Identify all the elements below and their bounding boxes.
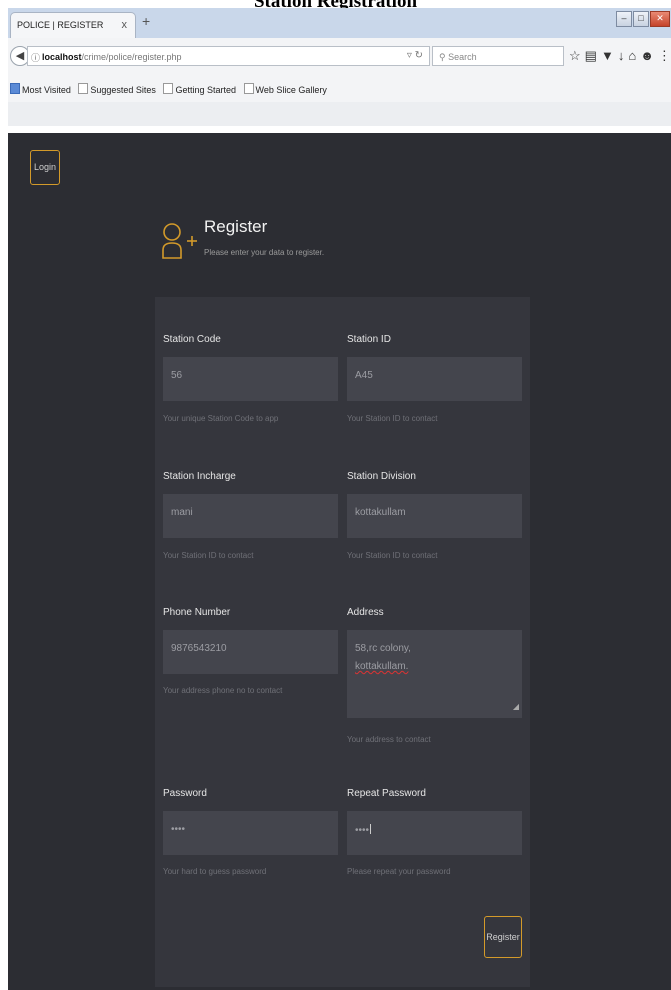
new-tab-button[interactable]: +: [142, 13, 150, 29]
repeat-password-input[interactable]: ••••: [347, 811, 522, 855]
password-help: Your hard to guess password: [163, 867, 267, 876]
text-cursor: [370, 824, 372, 834]
address-line-1: 58,rc colony,: [355, 643, 411, 654]
page-content: Login Register Please enter your data to…: [8, 133, 671, 990]
address-help: Your address to contact: [347, 735, 431, 744]
station-code-label: Station Code: [163, 334, 221, 345]
page-subtitle: Please enter your data to register.: [204, 248, 325, 257]
bookmark-page-icon: [78, 83, 89, 94]
station-id-label: Station ID: [347, 334, 391, 345]
menu-icon[interactable]: ⋮: [658, 48, 671, 63]
bookmark-star-icon[interactable]: ☆: [569, 48, 585, 63]
station-code-help: Your unique Station Code to app: [163, 414, 279, 423]
url-host: localhost: [42, 52, 82, 62]
search-placeholder: Search: [448, 52, 477, 62]
reading-list-icon[interactable]: ▤: [585, 48, 601, 63]
register-button[interactable]: Register: [484, 916, 522, 958]
bookmark-most-visited[interactable]: Most Visited: [10, 83, 71, 95]
phone-number-input[interactable]: 9876543210: [163, 630, 338, 674]
password-input[interactable]: ••••: [163, 811, 338, 855]
address-textarea[interactable]: 58,rc colony, kottakullam. ◢: [347, 630, 522, 718]
bookmark-folder-icon: [10, 83, 20, 94]
search-input[interactable]: ⚲ Search: [432, 46, 564, 66]
station-id-input[interactable]: A45: [347, 357, 522, 401]
address-line-2: kottakullam.: [355, 661, 409, 672]
register-form: Station Code 56 Your unique Station Code…: [155, 297, 530, 987]
url-path: /crime/police/register.php: [81, 52, 182, 62]
reload-icon[interactable]: ▿ ↻: [407, 50, 423, 61]
bookmarks-bar: Most Visited Suggested Sites Getting Sta…: [8, 76, 671, 102]
phone-number-label: Phone Number: [163, 607, 231, 618]
address-bar[interactable]: ⓘ localhost/crime/police/register.php ▿ …: [27, 46, 430, 66]
window-close-icon[interactable]: ✕: [650, 11, 670, 27]
resize-handle-icon[interactable]: ◢: [513, 698, 519, 716]
repeat-password-value: ••••: [355, 825, 370, 836]
sync-icon[interactable]: ☻: [640, 48, 658, 63]
browser-chrome: POLICE | REGISTER x + – □ ✕ ◀ ⓘ localhost/…: [8, 8, 671, 126]
station-incharge-label: Station Incharge: [163, 471, 236, 482]
password-label: Password: [163, 788, 207, 799]
search-icon: ⚲: [439, 52, 446, 62]
user-add-icon: [162, 223, 197, 259]
address-label: Address: [347, 607, 384, 618]
repeat-password-help: Please repeat your password: [347, 867, 451, 876]
station-division-input[interactable]: kottakullam: [347, 494, 522, 538]
site-info-icon[interactable]: ⓘ: [31, 51, 40, 64]
station-code-input[interactable]: 56: [163, 357, 338, 401]
station-division-help: Your Station ID to contact: [347, 551, 438, 560]
toolbar-icons: ☆▤▼↓⌂☻⋮: [569, 48, 671, 64]
repeat-password-label: Repeat Password: [347, 788, 426, 799]
bookmark-page-icon: [163, 83, 174, 94]
browser-tab[interactable]: POLICE | REGISTER x: [10, 12, 136, 38]
home-icon[interactable]: ⌂: [628, 48, 640, 63]
tab-close-icon[interactable]: x: [122, 19, 128, 31]
tab-bar: POLICE | REGISTER x + – □ ✕: [8, 8, 671, 38]
station-division-label: Station Division: [347, 471, 416, 482]
bookmark-web-slice-gallery[interactable]: Web Slice Gallery: [243, 83, 327, 95]
maximize-icon[interactable]: □: [633, 11, 649, 27]
navigation-bar: ◀ ⓘ localhost/crime/police/register.php …: [8, 38, 671, 76]
download-icon[interactable]: ↓: [618, 48, 629, 63]
tab-title: POLICE | REGISTER: [17, 20, 104, 30]
phone-number-help: Your address phone no to contact: [163, 686, 283, 695]
bookmark-page-icon: [243, 83, 254, 94]
station-incharge-help: Your Station ID to contact: [163, 551, 254, 560]
login-button[interactable]: Login: [30, 150, 60, 185]
bookmark-suggested-sites[interactable]: Suggested Sites: [78, 83, 156, 95]
bookmark-getting-started[interactable]: Getting Started: [163, 83, 236, 95]
station-incharge-input[interactable]: mani: [163, 494, 338, 538]
window-controls: – □ ✕: [616, 8, 671, 28]
pocket-icon[interactable]: ▼: [601, 48, 618, 63]
station-id-help: Your Station ID to contact: [347, 414, 438, 423]
page-title: Register: [204, 217, 268, 236]
minimize-icon[interactable]: –: [616, 11, 632, 27]
